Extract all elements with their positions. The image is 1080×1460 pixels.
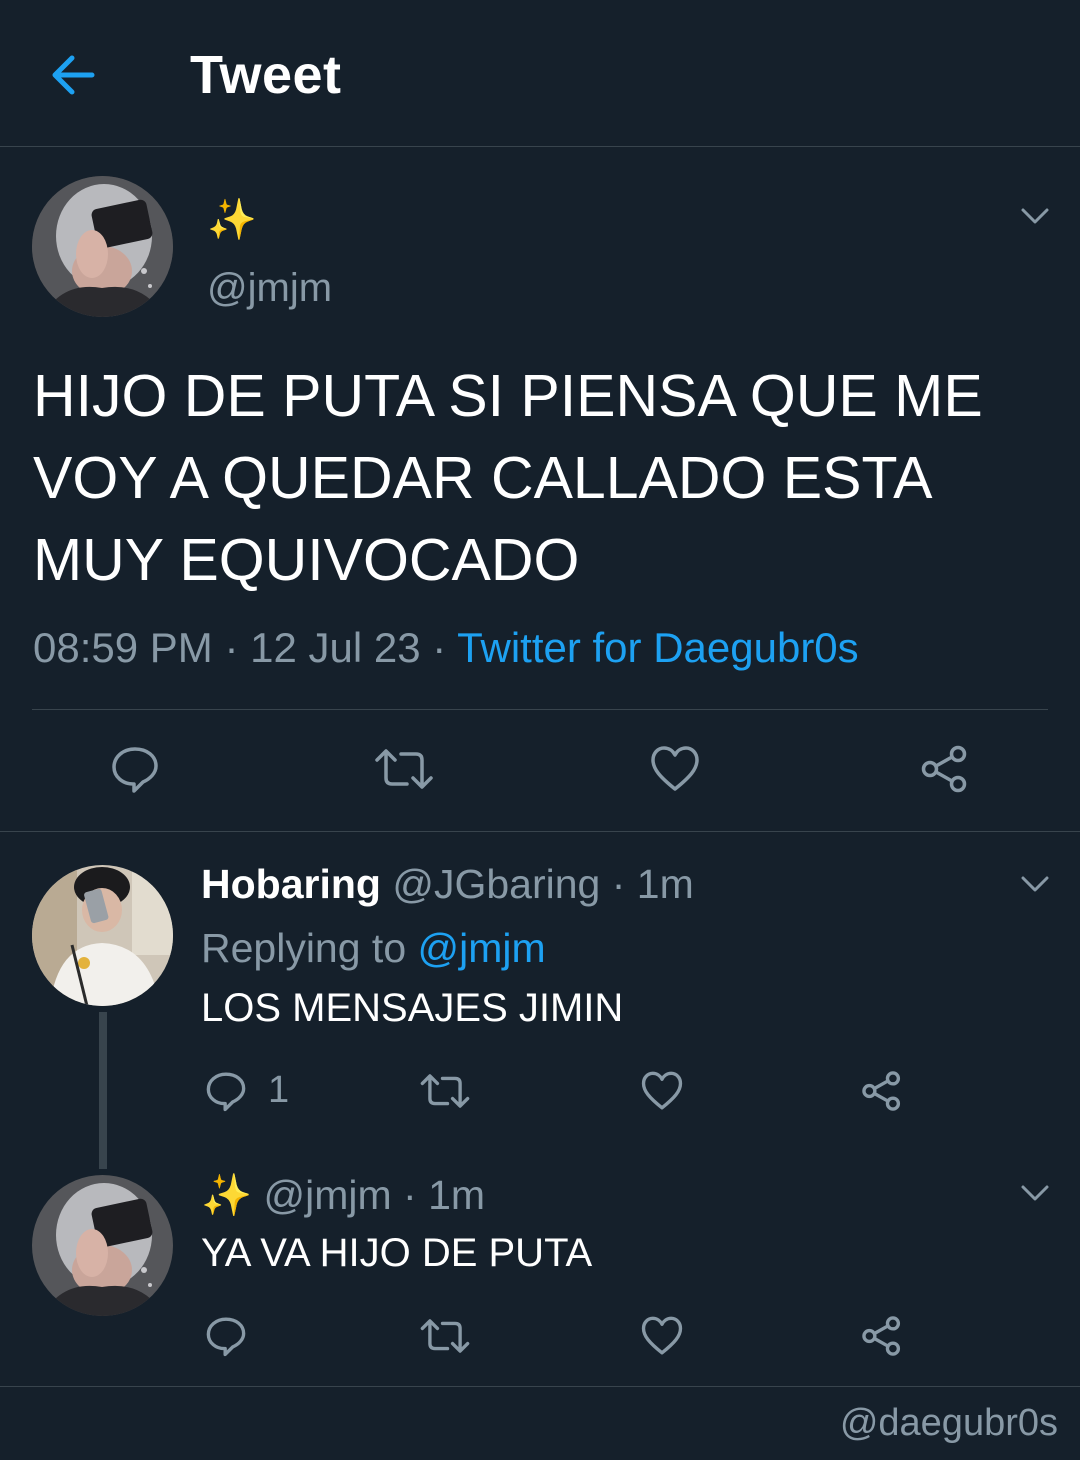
reply-time: 1m [636, 861, 694, 907]
reply-count: 1 [268, 1069, 290, 1111]
chevron-down-icon[interactable] [1019, 200, 1051, 232]
header-bar: Tweet [0, 0, 1080, 147]
reply-time: 1m [428, 1172, 486, 1218]
like-icon[interactable] [641, 1070, 683, 1112]
tweet-source-link[interactable]: Twitter for Daegubr0s [457, 624, 859, 671]
thread-connector [99, 1012, 107, 1169]
tweet-date: 12 Jul 23 [250, 624, 421, 671]
avatar[interactable] [32, 865, 173, 1006]
mention-link[interactable]: @jmjm [418, 925, 546, 971]
reply-header: Hobaring @JGbaring · 1m [201, 859, 694, 909]
reply-text: LOS MENSAJES JIMIN [201, 986, 624, 1030]
time-separator: · [600, 861, 637, 907]
reply-icon[interactable] [205, 1070, 247, 1112]
display-name[interactable]: Hobaring [201, 861, 381, 907]
avatar[interactable] [32, 176, 173, 317]
meta-separator: · [420, 624, 458, 671]
replying-to: Replying to @jmjm [201, 923, 546, 973]
watermark: @daegubr0s [839, 1402, 1058, 1444]
reply-icon[interactable] [205, 1315, 247, 1357]
display-name[interactable]: ✨ [201, 1172, 252, 1218]
meta-separator: · [212, 624, 251, 671]
share-icon[interactable] [920, 744, 970, 794]
reply-text: YA VA HIJO DE PUTA [201, 1231, 593, 1275]
retweet-icon[interactable] [373, 744, 435, 794]
time-separator: · [391, 1172, 429, 1218]
reply-icon[interactable] [110, 744, 160, 794]
share-icon[interactable] [861, 1315, 903, 1357]
arrow-left-icon[interactable] [48, 50, 98, 100]
user-handle[interactable]: @jmjm [207, 264, 332, 312]
replying-label: Replying to [201, 925, 418, 971]
share-icon[interactable] [861, 1070, 903, 1112]
tweet-time: 08:59 PM [33, 624, 213, 671]
user-handle[interactable]: @JGbaring [392, 861, 600, 907]
page-title: Tweet [190, 45, 342, 105]
tweet-meta: 08:59 PM · 12 Jul 23 · Twitter for Daegu… [33, 621, 859, 675]
like-icon[interactable] [650, 744, 700, 794]
retweet-icon[interactable] [419, 1070, 471, 1112]
chevron-down-icon[interactable] [1019, 868, 1051, 900]
reply-header: ✨ @jmjm · 1m [201, 1170, 485, 1220]
divider [32, 709, 1048, 710]
retweet-icon[interactable] [419, 1315, 471, 1357]
chevron-down-icon[interactable] [1019, 1177, 1051, 1209]
divider [0, 1386, 1080, 1387]
user-handle[interactable]: @jmjm [263, 1172, 391, 1218]
like-icon[interactable] [641, 1315, 683, 1357]
divider [0, 831, 1080, 832]
avatar[interactable] [32, 1175, 173, 1316]
display-name[interactable]: ✨ [207, 196, 257, 244]
tweet-text: HIJO DE PUTA SI PIENSA QUE ME VOY A QUED… [33, 363, 983, 593]
